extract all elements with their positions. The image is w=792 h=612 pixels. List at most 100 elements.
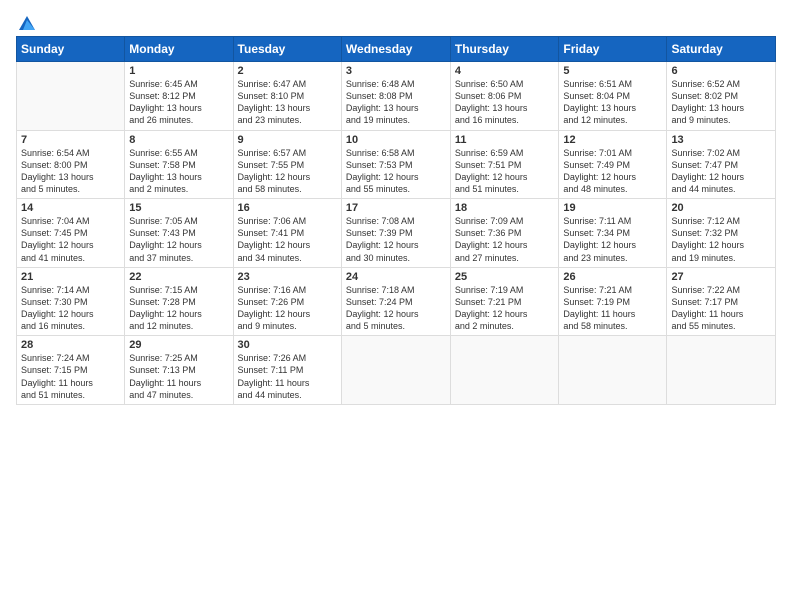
day-number: 17 — [346, 202, 446, 214]
day-number: 1 — [129, 65, 228, 77]
table-row: 3Sunrise: 6:48 AMSunset: 8:08 PMDaylight… — [341, 62, 450, 131]
day-number: 20 — [671, 202, 771, 214]
calendar-table: Sunday Monday Tuesday Wednesday Thursday… — [16, 36, 776, 405]
day-content: Sunrise: 6:51 AMSunset: 8:04 PMDaylight:… — [563, 78, 662, 127]
table-row: 26Sunrise: 7:21 AMSunset: 7:19 PMDayligh… — [559, 267, 667, 336]
table-row: 1Sunrise: 6:45 AMSunset: 8:12 PMDaylight… — [125, 62, 233, 131]
header — [16, 12, 776, 30]
table-row: 16Sunrise: 7:06 AMSunset: 7:41 PMDayligh… — [233, 199, 341, 268]
day-content: Sunrise: 6:45 AMSunset: 8:12 PMDaylight:… — [129, 78, 228, 127]
col-friday: Friday — [559, 37, 667, 62]
table-row: 12Sunrise: 7:01 AMSunset: 7:49 PMDayligh… — [559, 130, 667, 199]
table-row: 13Sunrise: 7:02 AMSunset: 7:47 PMDayligh… — [667, 130, 776, 199]
day-number: 15 — [129, 202, 228, 214]
day-content: Sunrise: 7:14 AMSunset: 7:30 PMDaylight:… — [21, 284, 120, 333]
day-number: 10 — [346, 134, 446, 146]
day-content: Sunrise: 7:05 AMSunset: 7:43 PMDaylight:… — [129, 215, 228, 264]
table-row: 30Sunrise: 7:26 AMSunset: 7:11 PMDayligh… — [233, 336, 341, 405]
day-content: Sunrise: 7:06 AMSunset: 7:41 PMDaylight:… — [238, 215, 337, 264]
day-content: Sunrise: 7:16 AMSunset: 7:26 PMDaylight:… — [238, 284, 337, 333]
day-content: Sunrise: 6:57 AMSunset: 7:55 PMDaylight:… — [238, 147, 337, 196]
table-row: 7Sunrise: 6:54 AMSunset: 8:00 PMDaylight… — [17, 130, 125, 199]
day-number: 22 — [129, 271, 228, 283]
table-row — [341, 336, 450, 405]
day-content: Sunrise: 7:02 AMSunset: 7:47 PMDaylight:… — [671, 147, 771, 196]
day-content: Sunrise: 7:15 AMSunset: 7:28 PMDaylight:… — [129, 284, 228, 333]
day-content: Sunrise: 6:50 AMSunset: 8:06 PMDaylight:… — [455, 78, 555, 127]
day-content: Sunrise: 6:59 AMSunset: 7:51 PMDaylight:… — [455, 147, 555, 196]
day-number: 13 — [671, 134, 771, 146]
day-number: 30 — [238, 339, 337, 351]
day-number: 27 — [671, 271, 771, 283]
table-row: 4Sunrise: 6:50 AMSunset: 8:06 PMDaylight… — [450, 62, 559, 131]
day-number: 5 — [563, 65, 662, 77]
day-content: Sunrise: 6:58 AMSunset: 7:53 PMDaylight:… — [346, 147, 446, 196]
col-tuesday: Tuesday — [233, 37, 341, 62]
day-number: 18 — [455, 202, 555, 214]
day-number: 21 — [21, 271, 120, 283]
table-row: 22Sunrise: 7:15 AMSunset: 7:28 PMDayligh… — [125, 267, 233, 336]
calendar-week-row: 14Sunrise: 7:04 AMSunset: 7:45 PMDayligh… — [17, 199, 776, 268]
col-thursday: Thursday — [450, 37, 559, 62]
day-number: 11 — [455, 134, 555, 146]
day-content: Sunrise: 7:18 AMSunset: 7:24 PMDaylight:… — [346, 284, 446, 333]
day-content: Sunrise: 6:52 AMSunset: 8:02 PMDaylight:… — [671, 78, 771, 127]
table-row: 23Sunrise: 7:16 AMSunset: 7:26 PMDayligh… — [233, 267, 341, 336]
day-number: 9 — [238, 134, 337, 146]
table-row: 15Sunrise: 7:05 AMSunset: 7:43 PMDayligh… — [125, 199, 233, 268]
col-monday: Monday — [125, 37, 233, 62]
day-content: Sunrise: 6:55 AMSunset: 7:58 PMDaylight:… — [129, 147, 228, 196]
table-row: 28Sunrise: 7:24 AMSunset: 7:15 PMDayligh… — [17, 336, 125, 405]
table-row: 5Sunrise: 6:51 AMSunset: 8:04 PMDaylight… — [559, 62, 667, 131]
table-row — [559, 336, 667, 405]
day-number: 7 — [21, 134, 120, 146]
day-content: Sunrise: 7:04 AMSunset: 7:45 PMDaylight:… — [21, 215, 120, 264]
table-row: 19Sunrise: 7:11 AMSunset: 7:34 PMDayligh… — [559, 199, 667, 268]
table-row: 8Sunrise: 6:55 AMSunset: 7:58 PMDaylight… — [125, 130, 233, 199]
table-row: 18Sunrise: 7:09 AMSunset: 7:36 PMDayligh… — [450, 199, 559, 268]
day-number: 3 — [346, 65, 446, 77]
day-number: 8 — [129, 134, 228, 146]
table-row: 17Sunrise: 7:08 AMSunset: 7:39 PMDayligh… — [341, 199, 450, 268]
day-content: Sunrise: 7:19 AMSunset: 7:21 PMDaylight:… — [455, 284, 555, 333]
day-content: Sunrise: 7:11 AMSunset: 7:34 PMDaylight:… — [563, 215, 662, 264]
day-content: Sunrise: 7:21 AMSunset: 7:19 PMDaylight:… — [563, 284, 662, 333]
day-number: 29 — [129, 339, 228, 351]
table-row: 27Sunrise: 7:22 AMSunset: 7:17 PMDayligh… — [667, 267, 776, 336]
day-content: Sunrise: 7:24 AMSunset: 7:15 PMDaylight:… — [21, 352, 120, 401]
day-content: Sunrise: 7:22 AMSunset: 7:17 PMDaylight:… — [671, 284, 771, 333]
day-number: 16 — [238, 202, 337, 214]
day-content: Sunrise: 7:25 AMSunset: 7:13 PMDaylight:… — [129, 352, 228, 401]
page: Sunday Monday Tuesday Wednesday Thursday… — [0, 0, 792, 612]
col-saturday: Saturday — [667, 37, 776, 62]
day-number: 14 — [21, 202, 120, 214]
day-number: 4 — [455, 65, 555, 77]
day-content: Sunrise: 7:08 AMSunset: 7:39 PMDaylight:… — [346, 215, 446, 264]
day-number: 24 — [346, 271, 446, 283]
day-number: 6 — [671, 65, 771, 77]
table-row: 24Sunrise: 7:18 AMSunset: 7:24 PMDayligh… — [341, 267, 450, 336]
table-row — [667, 336, 776, 405]
day-number: 23 — [238, 271, 337, 283]
table-row: 14Sunrise: 7:04 AMSunset: 7:45 PMDayligh… — [17, 199, 125, 268]
calendar-week-row: 1Sunrise: 6:45 AMSunset: 8:12 PMDaylight… — [17, 62, 776, 131]
table-row: 2Sunrise: 6:47 AMSunset: 8:10 PMDaylight… — [233, 62, 341, 131]
day-number: 2 — [238, 65, 337, 77]
day-content: Sunrise: 6:48 AMSunset: 8:08 PMDaylight:… — [346, 78, 446, 127]
day-number: 26 — [563, 271, 662, 283]
table-row — [450, 336, 559, 405]
day-number: 12 — [563, 134, 662, 146]
table-row: 29Sunrise: 7:25 AMSunset: 7:13 PMDayligh… — [125, 336, 233, 405]
day-content: Sunrise: 7:01 AMSunset: 7:49 PMDaylight:… — [563, 147, 662, 196]
table-row: 10Sunrise: 6:58 AMSunset: 7:53 PMDayligh… — [341, 130, 450, 199]
calendar-week-row: 21Sunrise: 7:14 AMSunset: 7:30 PMDayligh… — [17, 267, 776, 336]
col-sunday: Sunday — [17, 37, 125, 62]
logo-icon — [17, 14, 37, 34]
col-wednesday: Wednesday — [341, 37, 450, 62]
table-row: 20Sunrise: 7:12 AMSunset: 7:32 PMDayligh… — [667, 199, 776, 268]
table-row: 6Sunrise: 6:52 AMSunset: 8:02 PMDaylight… — [667, 62, 776, 131]
calendar-week-row: 28Sunrise: 7:24 AMSunset: 7:15 PMDayligh… — [17, 336, 776, 405]
day-number: 28 — [21, 339, 120, 351]
calendar-header-row: Sunday Monday Tuesday Wednesday Thursday… — [17, 37, 776, 62]
day-content: Sunrise: 6:54 AMSunset: 8:00 PMDaylight:… — [21, 147, 120, 196]
